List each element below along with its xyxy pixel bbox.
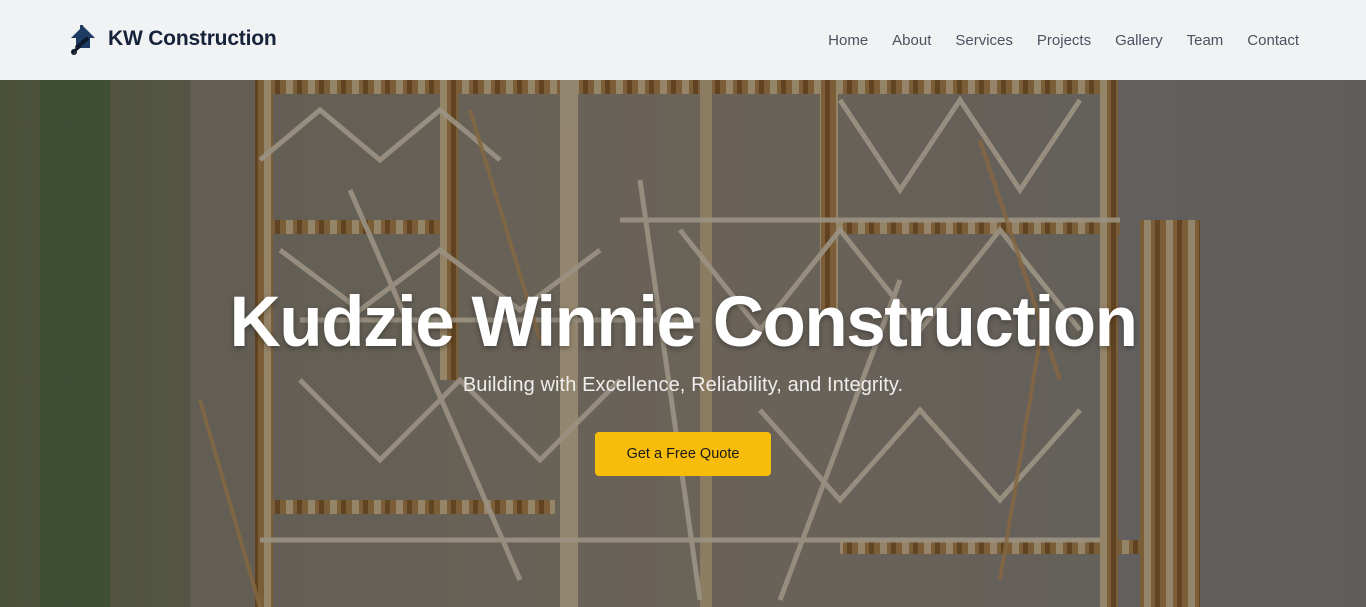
main-nav: Home About Services Projects Gallery Tea…: [828, 30, 1299, 52]
hero-title: Kudzie Winnie Construction: [229, 283, 1139, 362]
site-header: KW Construction Home About Services Proj…: [0, 0, 1366, 80]
nav-projects[interactable]: Projects: [1037, 30, 1091, 52]
hero-subtitle: Building with Excellence, Reliability, a…: [462, 374, 904, 396]
nav-about[interactable]: About: [892, 30, 931, 52]
nav-contact[interactable]: Contact: [1247, 30, 1299, 52]
brand-name: KW Construction: [108, 27, 277, 50]
nav-team[interactable]: Team: [1187, 30, 1224, 52]
nav-gallery[interactable]: Gallery: [1115, 30, 1163, 52]
roof-hammer-icon: [70, 25, 95, 55]
brand-logo[interactable]: KW Construction: [68, 22, 277, 56]
get-quote-button[interactable]: Get a Free Quote: [595, 432, 771, 476]
hero-section: Kudzie Winnie Construction Building with…: [0, 80, 1366, 607]
nav-services[interactable]: Services: [955, 30, 1013, 52]
nav-home[interactable]: Home: [828, 30, 868, 52]
